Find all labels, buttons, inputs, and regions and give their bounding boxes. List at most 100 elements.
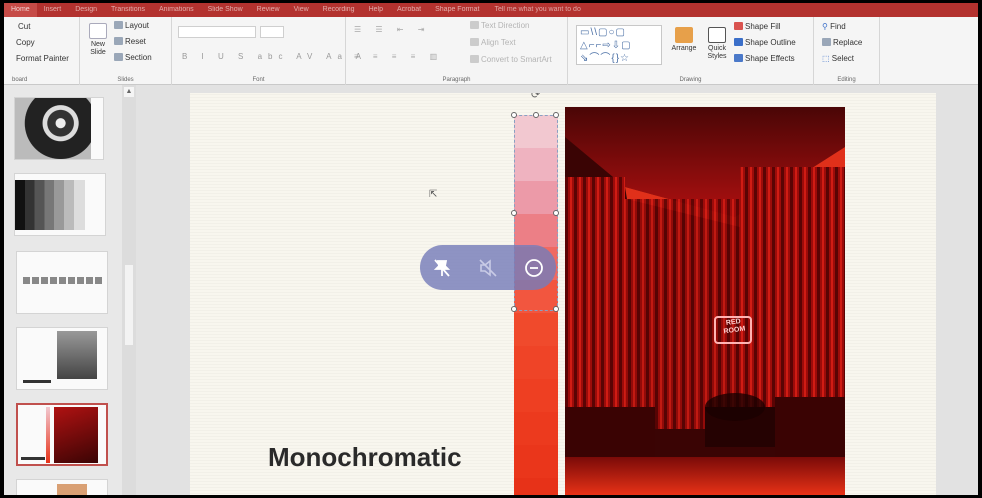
- text-direction-button[interactable]: Text Direction: [470, 21, 529, 30]
- select-button[interactable]: ⬚ Select: [822, 54, 854, 63]
- color-swatch-11: [514, 445, 558, 478]
- red-room-photo: RED ROOM: [565, 107, 845, 495]
- tab-help[interactable]: Help: [362, 3, 390, 17]
- editing-group: ⚲ Find Replace ⬚ Select Editing: [814, 17, 880, 85]
- cursor-icon: ⇱: [429, 189, 438, 200]
- tab-review[interactable]: Review: [250, 3, 287, 17]
- text-direction-icon: [470, 21, 479, 29]
- clipboard-group: Cut Copy Format Painter board: [4, 17, 80, 85]
- copy-button[interactable]: Copy: [16, 38, 35, 47]
- find-button[interactable]: ⚲ Find: [822, 22, 846, 31]
- convert-smartart-label: Convert to SmartArt: [481, 55, 552, 64]
- shape-fill-icon: [734, 22, 743, 30]
- shapes-row-1: ▭\\▢○▢: [580, 27, 626, 38]
- paragraph-group: Text Direction Align Text Convert to Sma…: [346, 17, 568, 85]
- color-swatch-8: [514, 346, 558, 379]
- shape-outline-icon: [734, 38, 743, 46]
- resize-handle[interactable]: [553, 112, 559, 118]
- grayscale-swatch: [15, 180, 85, 230]
- tab-home[interactable]: Home: [4, 3, 37, 17]
- quick-styles-button[interactable]: Quick Styles: [702, 27, 732, 61]
- mute-icon[interactable]: [473, 253, 503, 283]
- select-icon: ⬚: [822, 54, 832, 63]
- tell-me-search[interactable]: Tell me what you want to do: [486, 3, 580, 17]
- arrange-icon: [675, 27, 693, 43]
- quick-styles-label: Quick Styles: [707, 45, 727, 60]
- find-icon: ⚲: [822, 22, 831, 31]
- font-group-label: Font: [252, 77, 265, 83]
- shapes-row-2: △⌐⌐⇨⇩▢: [580, 40, 632, 51]
- align-text-icon: [470, 38, 479, 46]
- new-slide-button[interactable]: New Slide: [86, 23, 110, 57]
- pin-off-icon[interactable]: [427, 253, 457, 283]
- slide-thumbnail-1[interactable]: [14, 97, 104, 160]
- thumbnail-photo: [57, 484, 87, 495]
- section-button[interactable]: Section: [114, 53, 152, 62]
- slide[interactable]: ⟳ RED ROOM Monochromatic ⇱: [190, 93, 936, 495]
- scroll-up-arrow-icon[interactable]: ▲: [124, 87, 134, 97]
- floating-media-toolbar: [420, 245, 556, 290]
- new-slide-label: New Slide: [90, 41, 106, 56]
- shape-effects-button[interactable]: Shape Effects: [734, 54, 795, 63]
- cut-button[interactable]: Cut: [18, 22, 30, 31]
- resize-handle[interactable]: [511, 210, 517, 216]
- tab-transitions[interactable]: Transitions: [104, 3, 152, 17]
- minus-circle-icon[interactable]: [519, 253, 549, 283]
- scrollbar-thumb[interactable]: [125, 265, 133, 345]
- paragraph-group-label: Paragraph: [442, 77, 471, 83]
- section-label: Section: [125, 53, 152, 62]
- tab-insert[interactable]: Insert: [37, 3, 69, 17]
- slide-thumbnail-5-selected[interactable]: [16, 403, 108, 466]
- align-text-button[interactable]: Align Text: [470, 38, 516, 47]
- replace-label: Replace: [833, 38, 863, 47]
- tab-shape-format[interactable]: Shape Format: [428, 3, 486, 17]
- replace-button[interactable]: Replace: [822, 38, 862, 47]
- slide-title-text[interactable]: Monochromatic: [268, 442, 462, 473]
- rotate-handle-icon[interactable]: ⟳: [531, 93, 540, 101]
- arrange-label: Arrange: [671, 45, 697, 52]
- font-name-combo[interactable]: [178, 26, 256, 38]
- layout-button[interactable]: Layout: [114, 21, 149, 30]
- slide-thumbnail-4[interactable]: [16, 327, 108, 390]
- shape-outline-button[interactable]: Shape Outline: [734, 38, 796, 47]
- slide-thumbnail-2[interactable]: [14, 173, 106, 236]
- resize-handle[interactable]: [533, 112, 539, 118]
- shape-outline-label: Shape Outline: [745, 38, 796, 47]
- shapes-gallery[interactable]: ▭\\▢○▢ △⌐⌐⇨⇩▢ ⇘⌒⌒{}☆: [576, 25, 662, 65]
- layout-icon: [114, 21, 123, 29]
- resize-handle[interactable]: [553, 306, 559, 312]
- tab-recording[interactable]: Recording: [316, 3, 362, 17]
- slide-thumbnail-6[interactable]: [16, 479, 108, 495]
- tab-view[interactable]: View: [287, 3, 316, 17]
- shape-effects-label: Shape Effects: [745, 54, 795, 63]
- color-swatch-7: [514, 313, 558, 346]
- resize-handle[interactable]: [511, 306, 517, 312]
- text-direction-label: Text Direction: [481, 21, 530, 30]
- thumbnail-photo: [57, 331, 97, 379]
- list-buttons[interactable]: ☰ ☰ ⇤ ⇥: [354, 25, 430, 34]
- quick-styles-icon: [708, 27, 726, 43]
- tab-animations[interactable]: Animations: [152, 3, 201, 17]
- align-text-label: Align Text: [481, 38, 516, 47]
- tab-slide-show[interactable]: Slide Show: [201, 3, 250, 17]
- ribbon-tabs-bar: Home Insert Design Transitions Animations Sli…: [4, 3, 978, 17]
- format-painter-button[interactable]: Format Painter: [16, 54, 69, 63]
- resize-handle[interactable]: [511, 112, 517, 118]
- tab-acrobat[interactable]: Acrobat: [390, 3, 428, 17]
- slide-thumbnail-3[interactable]: [16, 251, 108, 314]
- red-room-photo-image: [565, 107, 845, 495]
- convert-smartart-button[interactable]: Convert to SmartArt: [470, 55, 552, 64]
- drawing-group-label: Drawing: [679, 77, 702, 83]
- arrange-button[interactable]: Arrange: [668, 27, 700, 53]
- font-size-combo[interactable]: [260, 26, 284, 38]
- align-buttons[interactable]: ≡ ≡ ≡ ≡ ▥: [354, 52, 443, 61]
- shape-fill-button[interactable]: Shape Fill: [734, 22, 781, 31]
- app-window: Home Insert Design Transitions Animations Sli…: [4, 3, 978, 495]
- tab-design[interactable]: Design: [68, 3, 104, 17]
- thumbnail-scrollbar[interactable]: ▲: [122, 85, 136, 495]
- drawing-group: ▭\\▢○▢ △⌐⌐⇨⇩▢ ⇘⌒⌒{}☆ Arrange Quick Style…: [568, 17, 814, 85]
- resize-handle[interactable]: [553, 210, 559, 216]
- reset-button[interactable]: Reset: [114, 37, 146, 46]
- font-format-buttons[interactable]: B I U S abc AV Aa A: [182, 52, 367, 61]
- layout-label: Layout: [125, 21, 150, 30]
